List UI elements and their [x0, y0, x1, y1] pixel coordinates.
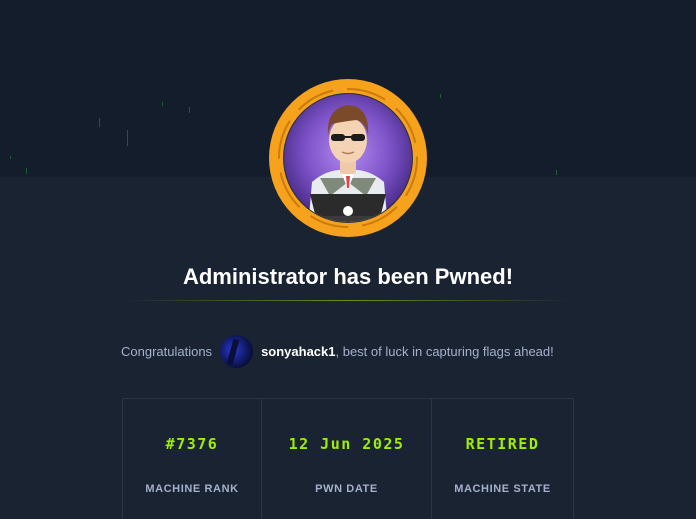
pwn-stats: #7376 MACHINE RANK 12 Jun 2025 PWN DATE …	[122, 398, 574, 519]
decor-line	[440, 94, 441, 98]
congratulations-message: Congratulations sonyahack1 , best of luc…	[121, 334, 554, 368]
stat-machine-state: RETIRED MACHINE STATE	[432, 399, 573, 519]
administrator-avatar-icon	[269, 79, 427, 237]
decor-line	[26, 168, 27, 174]
stat-machine-rank: #7376 MACHINE RANK	[123, 399, 262, 519]
username-link[interactable]: sonyahack1	[261, 344, 335, 359]
congrats-suffix: , best of luck in capturing flags ahead!	[335, 343, 554, 359]
user-avatar-icon[interactable]	[220, 334, 254, 368]
machine-state-label: MACHINE STATE	[454, 483, 551, 495]
decor-line	[127, 130, 128, 146]
machine-rank-value: #7376	[165, 435, 219, 453]
machine-state-value: RETIRED	[465, 435, 540, 453]
decor-line	[10, 156, 11, 159]
pwned-title: Administrator has been Pwned!	[182, 264, 514, 289]
decor-line	[162, 102, 163, 106]
title-divider	[122, 300, 574, 301]
decor-line	[99, 118, 100, 127]
machine-rank-label: MACHINE RANK	[145, 483, 239, 495]
pwn-date-value: 12 Jun 2025	[288, 435, 405, 453]
pwn-date-label: PWN DATE	[315, 483, 378, 495]
machine-avatar	[268, 78, 428, 238]
stat-pwn-date: 12 Jun 2025 PWN DATE	[262, 399, 432, 519]
decor-line	[189, 107, 190, 113]
congrats-prefix: Congratulations	[121, 343, 213, 359]
decor-line	[556, 170, 557, 175]
